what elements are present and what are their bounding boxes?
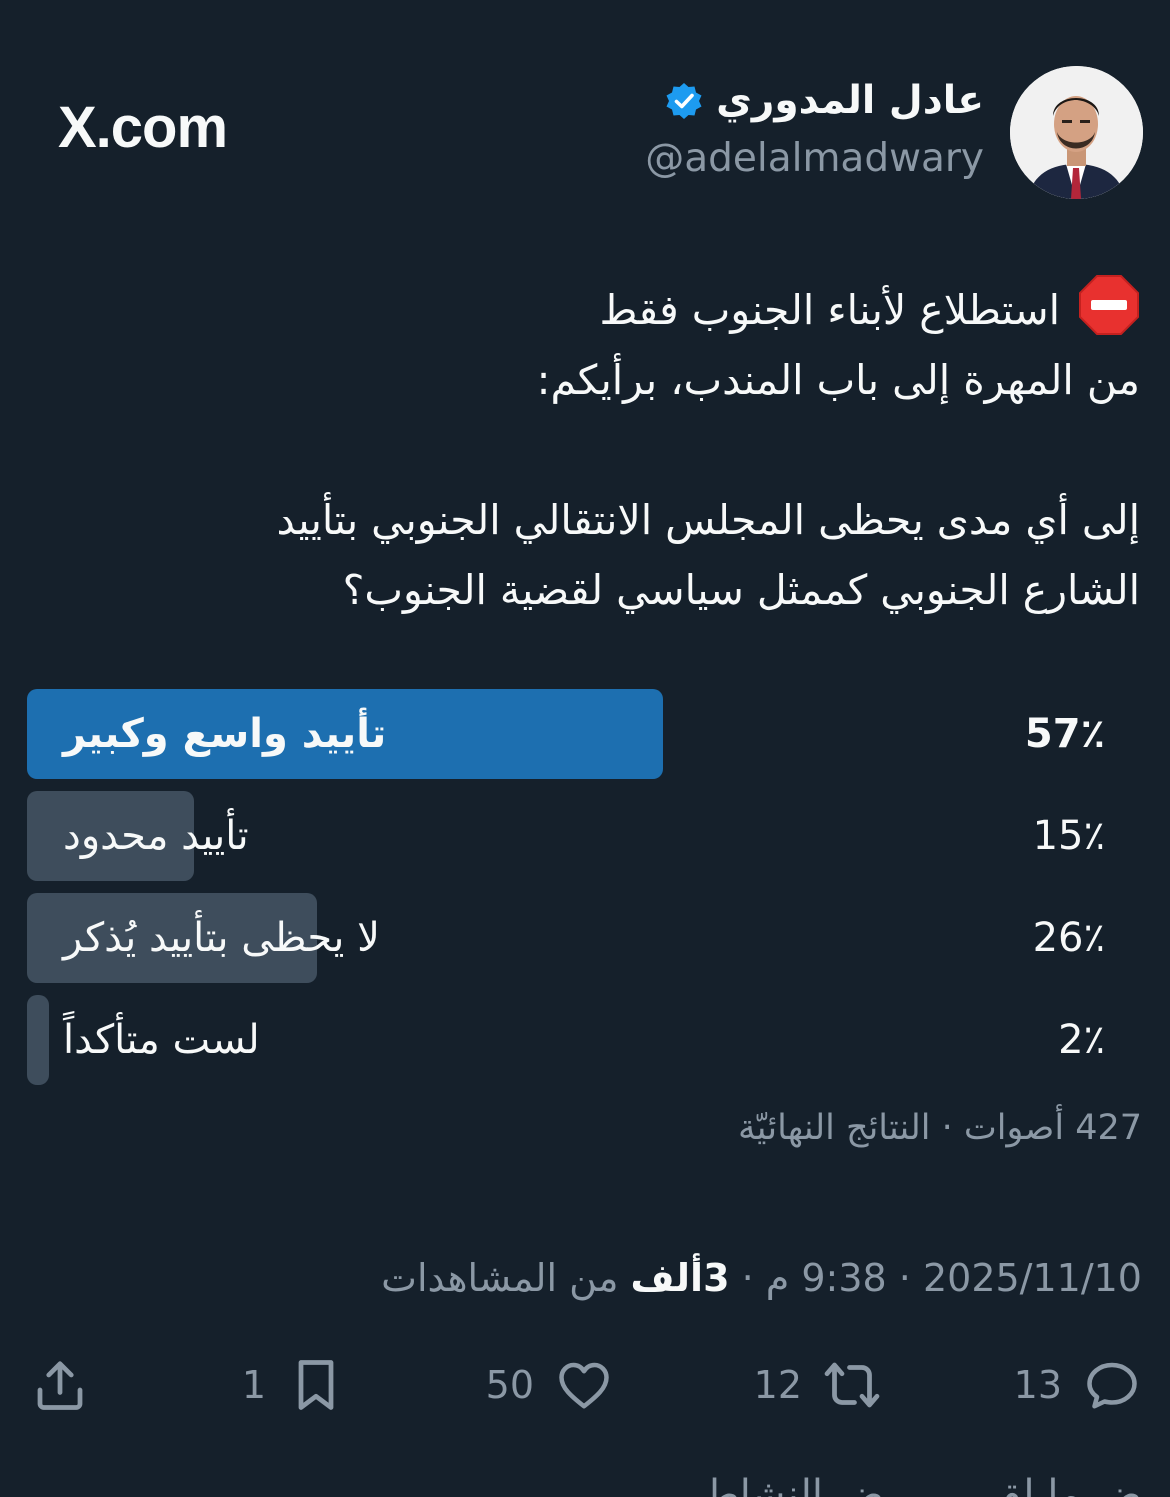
verified-badge-icon xyxy=(666,82,702,119)
tweet-text: استطلاع لأبناء الجنوب فقط من المهرة إلى … xyxy=(30,274,1140,625)
author-name-text: عادل المدوري xyxy=(716,78,984,123)
repost-icon xyxy=(824,1362,880,1408)
poll-option: تأييد محدود 15٪ xyxy=(27,791,1143,881)
tweet-screenshot: عادل المدوري @adelalmadwary X.com استطلا… xyxy=(0,0,1170,1497)
poll-option: تأييد واسع وكبير 57٪ xyxy=(27,689,1143,779)
poll-option-label: تأييد محدود xyxy=(63,813,249,859)
stop-sign-emoji-icon xyxy=(1079,275,1139,335)
author-avatar[interactable] xyxy=(1010,66,1143,199)
author-handle[interactable]: @adelalmadwary xyxy=(645,136,984,181)
poll-option-label: لست متأكداً xyxy=(63,1017,260,1063)
bookmark-button[interactable]: 1 xyxy=(242,1350,346,1420)
reply-icon xyxy=(1087,1362,1137,1409)
repost-button[interactable]: 12 xyxy=(754,1350,882,1420)
heart-icon xyxy=(559,1362,609,1409)
tweet-line-2: من المهرة إلى باب المندب، برأيكم: xyxy=(536,356,1140,404)
truncated-footer-text: ض ما لقي … رض النشاط xyxy=(702,1472,1142,1497)
poll-option-percent: 15٪ xyxy=(1032,813,1105,859)
tweet-meta: 2025/11/10 · 9:38 م · 3ألف من المشاهدات xyxy=(381,1256,1142,1300)
reply-button[interactable]: 13 xyxy=(1014,1350,1142,1420)
share-icon xyxy=(37,1361,83,1410)
author-name[interactable]: عادل المدوري xyxy=(664,78,984,123)
tweet-line-3: إلى أي مدى يحظى المجلس الانتقالي الجنوبي… xyxy=(276,496,1140,544)
poll-option-label: لا يحظى بتأييد يُذكر xyxy=(63,915,380,961)
poll-bar xyxy=(27,995,50,1085)
bookmark-count: 1 xyxy=(241,1363,266,1407)
poll-option-label: تأييد واسع وكبير xyxy=(63,711,387,757)
tweet-line-4: الشارع الجنوبي كممثل سياسي لقضية الجنوب؟ xyxy=(342,566,1140,614)
avatar-portrait-icon xyxy=(1010,66,1143,199)
poll-option-percent: 57٪ xyxy=(1024,711,1105,757)
tweet-timestamp[interactable]: 2025/11/10 · 9:38 م · xyxy=(730,1256,1142,1300)
poll-option: لست متأكداً 2٪ xyxy=(27,995,1143,1085)
poll-option: لا يحظى بتأييد يُذكر 26٪ xyxy=(27,893,1143,983)
views-label: من المشاهدات xyxy=(381,1256,631,1300)
poll-option-percent: 2٪ xyxy=(1058,1017,1105,1063)
share-button[interactable] xyxy=(30,1350,90,1420)
x-com-brand: X.com xyxy=(58,95,228,160)
bookmark-icon xyxy=(298,1360,334,1410)
like-button[interactable]: 50 xyxy=(486,1350,614,1420)
views-count: 3ألف xyxy=(630,1256,730,1300)
repost-count: 12 xyxy=(753,1363,802,1407)
tweet-line-1: استطلاع لأبناء الجنوب فقط xyxy=(30,274,1140,345)
poll-option-percent: 26٪ xyxy=(1032,915,1105,961)
like-count: 50 xyxy=(485,1363,534,1407)
poll-summary: 427 أصوات · النتائج النهائيّة xyxy=(738,1108,1142,1148)
reply-count: 13 xyxy=(1013,1363,1062,1407)
